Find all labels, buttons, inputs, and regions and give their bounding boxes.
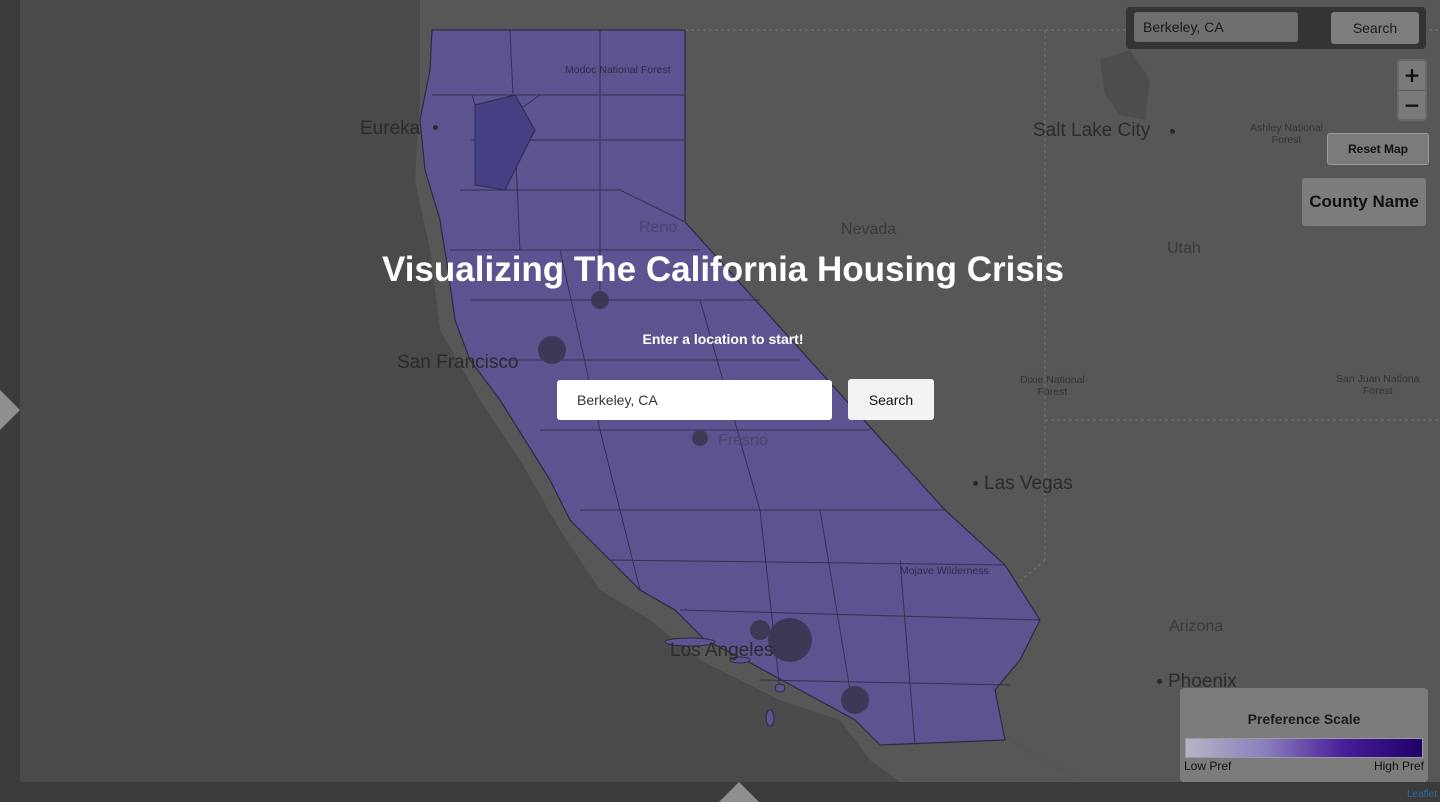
san-juan-line-2: Forest	[1362, 385, 1393, 397]
left-panel-toggle-arrow[interactable]	[0, 390, 20, 430]
map-label-fresno: Fresno	[718, 432, 768, 449]
dixie-line-1: Dixie National	[1020, 374, 1085, 386]
legend-title: Preference Scale	[1247, 711, 1361, 727]
ashley-line-2: Forest	[1271, 134, 1302, 146]
ashley-line-1: Ashley National	[1250, 122, 1323, 134]
map-label-ashley: Ashley National Forest	[1250, 122, 1323, 146]
map-search-button[interactable]: Search	[1331, 12, 1419, 44]
page-title: Visualizing The California Housing Crisi…	[382, 250, 1064, 289]
eureka-dot	[433, 125, 438, 130]
las-vegas-dot	[973, 481, 978, 486]
map-label-los-angeles: Los Angeles	[670, 640, 774, 661]
map-label-arizona: Arizona	[1169, 618, 1224, 635]
page-subtitle: Enter a location to start!	[642, 331, 804, 347]
county-info-box: County Name	[1302, 178, 1426, 226]
zoom-in-button[interactable]: +	[1399, 61, 1425, 91]
map-label-salt-lake-city: Salt Lake City	[1033, 120, 1151, 141]
map-search-input[interactable]	[1134, 12, 1298, 42]
preference-legend: Preference Scale Low Pref High Pref	[1180, 688, 1428, 782]
county-name-label: County Name	[1309, 192, 1419, 211]
leaflet-attribution-link[interactable]: Leaflet	[1407, 789, 1437, 800]
map-search-control: Search	[1126, 7, 1426, 49]
legend-gradient-bar	[1185, 738, 1423, 758]
map-label-nevada: Nevada	[841, 221, 897, 238]
map-label-dixie: Dixie National Forest	[1020, 374, 1085, 398]
map-label-eureka: Eureka	[360, 118, 421, 139]
map-label-san-francisco: San Francisco	[397, 352, 519, 373]
san-juan-line-1: San Juan Nationa	[1336, 373, 1420, 385]
phoenix-dot	[1157, 679, 1162, 684]
legend-high-label: High Pref	[1373, 759, 1424, 773]
legend-low-label: Low Pref	[1184, 759, 1232, 773]
location-search-input[interactable]	[557, 380, 832, 420]
salt-lake-dot	[1170, 129, 1175, 134]
zoom-out-button[interactable]: −	[1399, 91, 1425, 119]
map-label-las-vegas: Las Vegas	[984, 473, 1073, 494]
dixie-line-2: Forest	[1037, 386, 1068, 398]
map-label-mojave: Mojave Wilderness	[900, 565, 989, 577]
map-label-reno: Reno	[639, 219, 678, 236]
location-search-button[interactable]: Search	[848, 379, 934, 420]
zoom-control: + −	[1397, 59, 1427, 121]
map-label-san-juan: San Juan Nationa Forest	[1336, 373, 1419, 397]
bottom-panel-toggle-arrow[interactable]	[719, 782, 759, 802]
reset-map-button[interactable]: Reset Map	[1327, 133, 1429, 165]
map-label-modoc: Modoc National Forest	[565, 64, 671, 76]
